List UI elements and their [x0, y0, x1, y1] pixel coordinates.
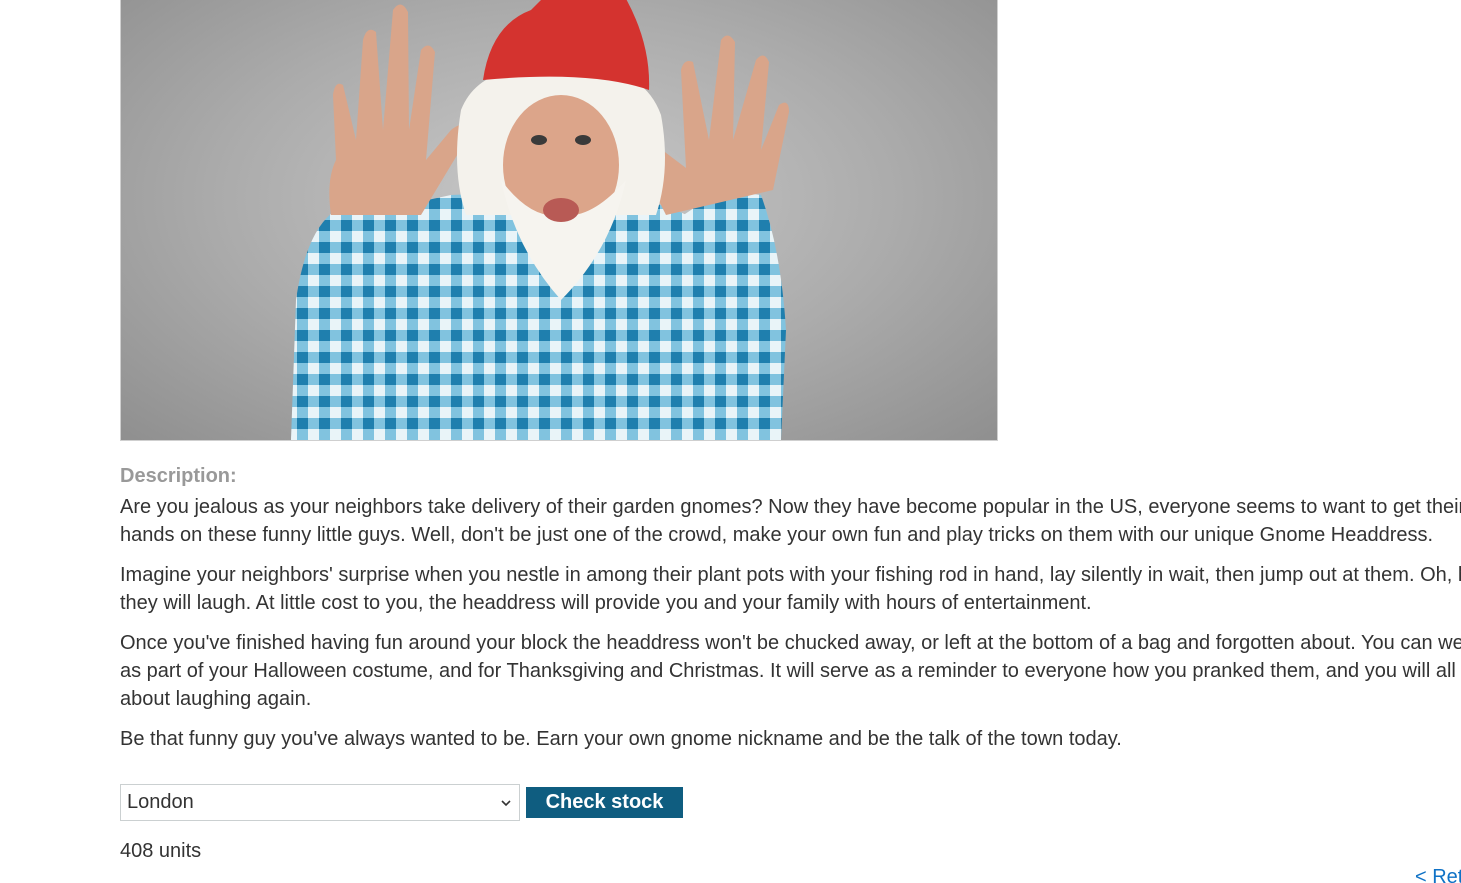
product-page: Description: Are you jealous as your nei… [0, 0, 1461, 883]
chevron-down-icon [501, 799, 511, 806]
description-paragraph: Are you jealous as your neighbors take d… [120, 496, 1461, 546]
check-stock-button[interactable]: Check stock [526, 787, 683, 818]
return-to-list-link[interactable]: < Return to list [1415, 866, 1461, 883]
store-select-value: London [127, 791, 194, 813]
store-select[interactable]: London [120, 784, 520, 821]
description-paragraph: Be that funny guy you've always wanted t… [120, 728, 1122, 750]
description-paragraph: Imagine your neighbors' surprise when yo… [120, 564, 1461, 614]
stock-result: 408 units [120, 840, 202, 862]
description-label: Description: [120, 465, 237, 487]
product-image [120, 0, 998, 441]
description-body: Are you jealous as your neighbors take d… [120, 493, 1461, 765]
description-paragraph: Once you've finished having fun around y… [120, 632, 1461, 710]
stock-check-form: London Check stock [120, 784, 683, 821]
